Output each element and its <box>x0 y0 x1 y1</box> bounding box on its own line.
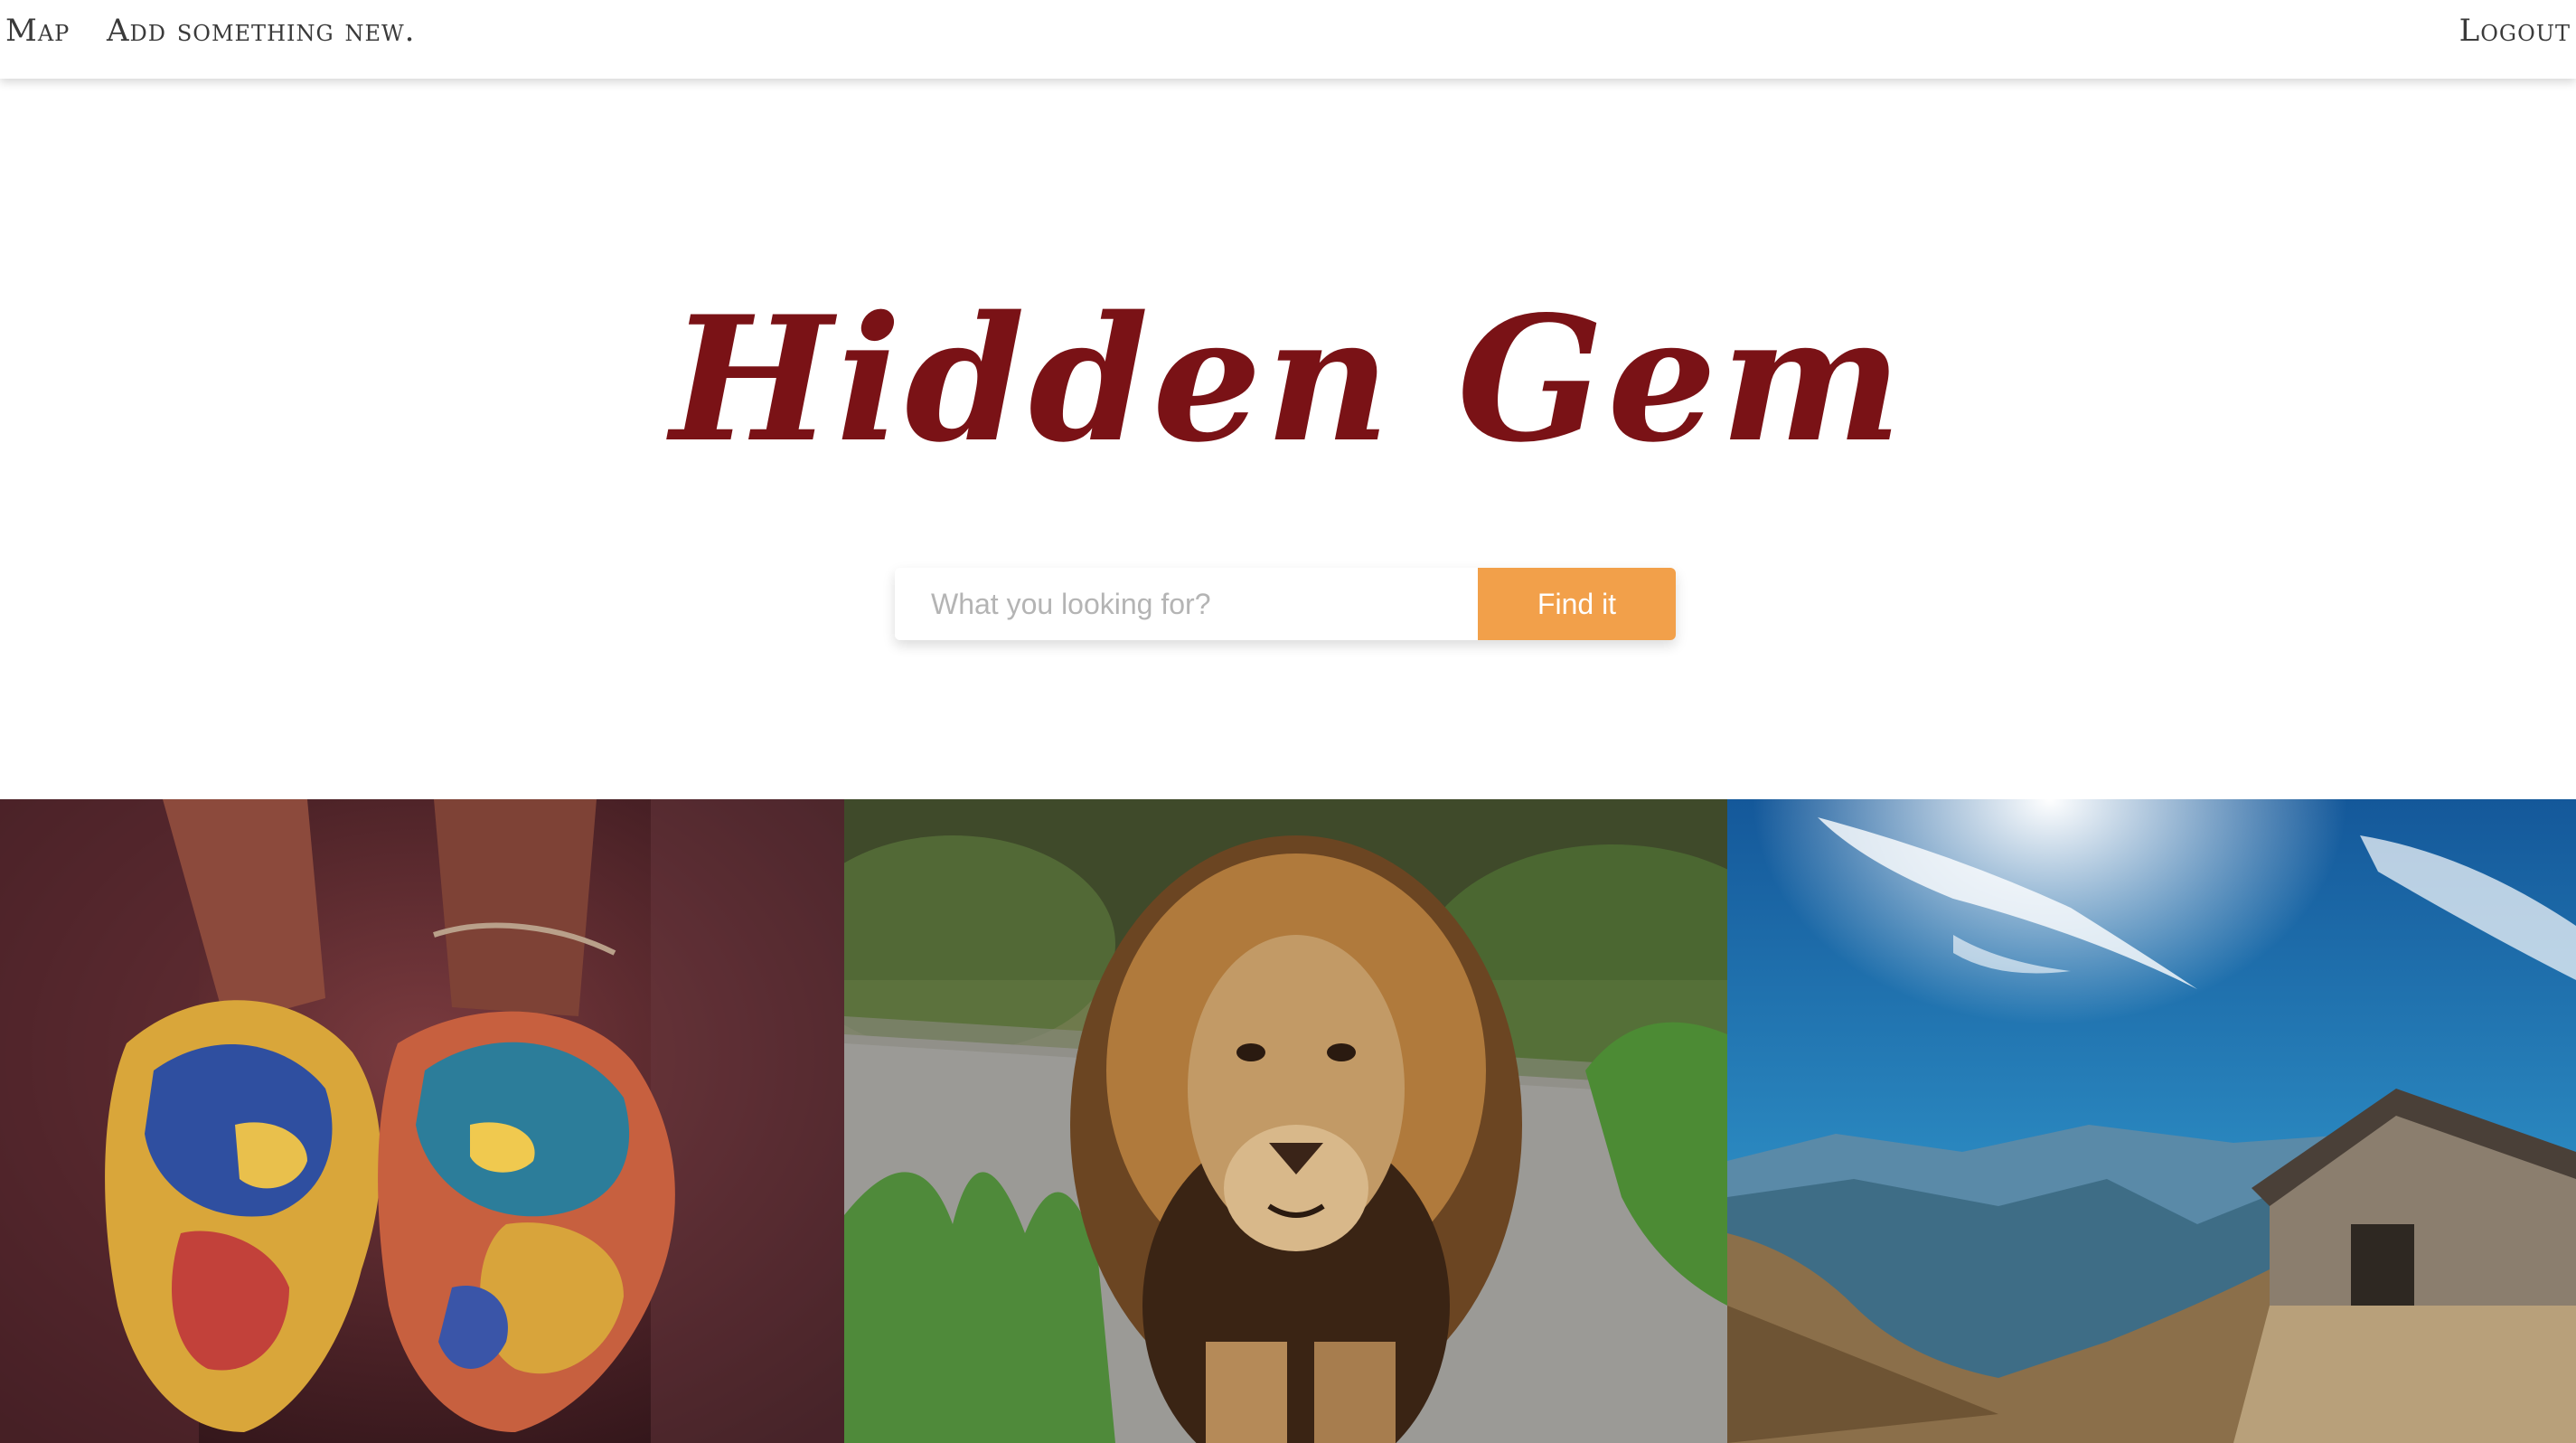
top-navbar: Map Add something new. Logout <box>0 0 2576 79</box>
find-it-button[interactable]: Find it <box>1478 568 1676 640</box>
image-gallery <box>0 799 2576 1443</box>
gallery-image-powder-hands[interactable] <box>0 799 844 1443</box>
search-form: Find it <box>895 568 1676 640</box>
nav-add-link[interactable]: Add something new. <box>107 13 415 49</box>
gallery-image-mountain-hut[interactable] <box>1727 799 2576 1443</box>
nav-map-link[interactable]: Map <box>5 13 70 49</box>
nav-logout-link[interactable]: Logout <box>2459 13 2571 49</box>
page-title: Hidden Gem <box>670 278 1906 480</box>
search-input[interactable] <box>895 568 1478 640</box>
gallery-image-lion[interactable] <box>844 799 1727 1443</box>
